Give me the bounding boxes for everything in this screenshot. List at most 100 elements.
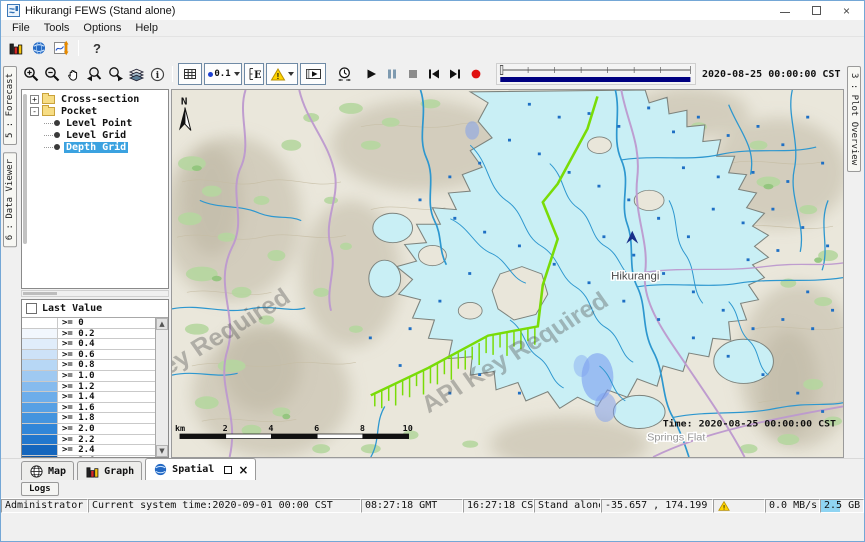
tree-horizontal-scrollbar[interactable] [21,290,169,297]
classbreaks-dropdown[interactable]: 0.1 [204,63,242,85]
tab-spatial[interactable]: Spatial × [145,458,256,480]
main-toolbar: ? [1,37,864,59]
globe-icon[interactable] [28,38,49,58]
warning-dropdown[interactable]: ! [266,63,298,85]
tree-item-level-point[interactable]: Level Point [44,117,166,129]
expand-icon[interactable]: + [30,95,39,104]
tab-plot-overview[interactable]: 3 : Plot Overview [847,66,861,172]
tab-restore-icon[interactable] [224,466,232,474]
legend-row: >= 0.6 [22,350,155,361]
chevron-down-icon [234,72,240,76]
node-icon [54,144,60,150]
tree-connector [44,135,53,136]
map-canvas[interactable]: API Key Required API Key Required Hikura… [171,89,844,458]
menu-help[interactable]: Help [128,21,165,35]
tree-item-level-grid[interactable]: Level Grid [44,129,166,141]
legend-panel: Last Value >= 0 >= 0.2 >= 0.4 >= 0.6 >= … [21,299,169,458]
time-slider[interactable] [496,63,696,85]
logs-button[interactable]: Logs [21,482,59,496]
legend-row: >= 1.6 [22,403,155,414]
pan-hand-icon[interactable] [63,64,84,84]
legend-row: >= 2.6 [22,456,155,457]
legend-row: >= 1.8 [22,413,155,424]
minimize-button[interactable] [780,12,790,13]
info-icon[interactable]: i [147,64,168,84]
left-tab-strip: 5 : Forecast 6 : Data Viewer [1,59,19,458]
tree-item-cross-section[interactable]: + Cross-section [30,93,166,105]
svg-text:8: 8 [360,424,365,434]
zoom-in-icon[interactable] [21,64,42,84]
label-toggle-button[interactable]: E [244,63,264,85]
tab-data-viewer[interactable]: 6 : Data Viewer [3,152,17,247]
legend-row: >= 1.2 [22,382,155,393]
tree-scrollbar[interactable] [23,94,27,244]
svg-text:!: ! [277,71,280,80]
svg-text:km: km [175,424,185,434]
menu-file[interactable]: File [5,21,37,35]
stop-icon[interactable] [402,64,423,84]
menu-tools[interactable]: Tools [37,21,77,35]
legend-row: >= 0.4 [22,339,155,350]
logs-row: Logs [1,480,864,498]
time-navigator-clock-icon[interactable] [334,64,355,84]
blue-globe-icon [153,462,168,477]
database-icon[interactable] [5,38,26,58]
play-icon[interactable] [360,64,381,84]
town-label: Hikurangi [611,271,659,283]
legend-row: >= 0.8 [22,360,155,371]
tree-item-depth-grid[interactable]: Depth Grid [44,141,166,153]
scroll-down-icon[interactable]: ▼ [156,445,168,457]
zoom-previous-icon[interactable] [84,64,105,84]
skip-to-start-icon[interactable] [423,64,444,84]
svg-text:!: ! [722,503,726,511]
menu-options[interactable]: Options [76,21,128,35]
layers-icon[interactable] [126,64,147,84]
classbreaks-value: 0.1 [214,69,230,79]
collapse-icon[interactable]: - [30,107,39,116]
legend-row: >= 2.2 [22,435,155,446]
bar-chart-icon [85,464,100,479]
legend-row: >= 0.2 [22,329,155,340]
tab-map[interactable]: Map [21,461,74,480]
tree-item-pocket[interactable]: - Pocket [30,105,166,117]
timeseries-chart-icon[interactable] [51,38,72,58]
tab-forecast[interactable]: 5 : Forecast [3,66,17,145]
svg-text:4: 4 [268,424,273,434]
wireframe-globe-icon [29,464,44,479]
app-logo-icon [7,4,20,17]
record-icon[interactable] [465,64,486,84]
tab-close-icon[interactable]: × [238,465,248,475]
help-button[interactable]: ? [85,41,109,56]
svg-text:N: N [181,96,188,108]
toolbar-separator [78,40,79,56]
skip-to-end-icon[interactable] [444,64,465,84]
svg-text:2: 2 [223,424,228,434]
legend-row: >= 0 [22,318,155,329]
legend-title: Last Value [42,303,102,314]
legend-row: >= 2.4 [22,445,155,456]
status-coordinates: -35.657 , 174.199 [601,499,713,513]
map-time-label: Time: 2020-08-25 00:00:00 CST [663,419,837,430]
status-gmt-time: 08:27:18 GMT [361,499,463,513]
tab-graph[interactable]: Graph [77,461,142,480]
svg-text:10: 10 [403,424,413,434]
pause-icon[interactable] [381,64,402,84]
maximize-button[interactable] [812,6,821,15]
grid-display-button[interactable] [178,63,202,85]
status-bar: Administrator Current system time:2020-0… [1,498,864,513]
status-mode: Stand alone [534,499,601,513]
warning-icon: ! [717,500,731,512]
last-value-checkbox[interactable] [26,303,37,314]
folder-open-icon [42,107,55,116]
zoom-next-icon[interactable] [105,64,126,84]
legend-scrollbar[interactable]: ▲ ▼ [155,318,168,457]
area-label: Springs Flat [647,432,705,444]
data-viewer-panel: + Cross-section - Pocket Level P [19,89,171,458]
title-bar: Hikurangi FEWS (Stand alone) × [1,1,864,20]
zoom-out-icon[interactable] [42,64,63,84]
animation-dialog-button[interactable] [300,63,326,85]
status-warning-cell[interactable]: ! [713,499,765,513]
close-button[interactable]: × [843,6,850,16]
menu-bar: File Tools Options Help [1,20,864,37]
scroll-up-icon[interactable]: ▲ [156,318,168,330]
